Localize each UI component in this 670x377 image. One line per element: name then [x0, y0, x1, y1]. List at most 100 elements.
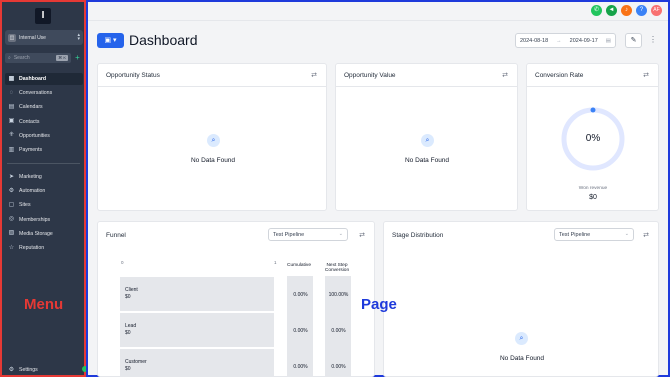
- card-title: Conversion Rate: [535, 72, 584, 79]
- won-revenue-label: Won revenue: [578, 186, 608, 191]
- chat-icon: ◌: [9, 89, 14, 96]
- nav-divider: [7, 163, 80, 164]
- chevron-updown-icon: ▴ ▾: [77, 32, 80, 42]
- card-title: Stage Distribution: [392, 232, 444, 239]
- sidebar-item-label: Calendars: [19, 104, 43, 111]
- search-placeholder: Search: [13, 55, 30, 61]
- sidebar-item-contacts[interactable]: ▣ Contacts: [5, 116, 83, 128]
- location-label: Internal Use: [19, 34, 46, 41]
- next-step-value: 100.00%: [328, 292, 349, 298]
- sidebar-item-label: Media Storage: [19, 230, 53, 237]
- swap-icon[interactable]: ⇄: [502, 71, 508, 79]
- chevron-down-icon: ⌄: [624, 231, 629, 237]
- sidebar-item-calendars[interactable]: ▤ Calendars: [5, 101, 83, 113]
- swap-icon[interactable]: ⇄: [643, 231, 649, 239]
- cumulative-value: 0.00%: [293, 292, 308, 298]
- sidebar-item-payments[interactable]: ▥ Payments: [5, 144, 83, 156]
- search-icon: ⌕: [207, 134, 220, 147]
- phone-icon[interactable]: ✆: [591, 5, 602, 16]
- funnel-axis-end: 1: [274, 260, 277, 265]
- pipeline-select-value: Test Pipeline: [273, 231, 305, 238]
- funnel-row: Customer $0: [120, 349, 274, 377]
- sidebar-item-label: Payments: [19, 147, 43, 153]
- next-step-value: 0.00%: [331, 364, 346, 370]
- sidebar-item-label: Marketing: [19, 174, 42, 180]
- sidebar-item-sites[interactable]: ▢ Sites: [5, 199, 83, 211]
- send-icon: ➤: [8, 173, 15, 180]
- edit-dashboard-button[interactable]: ✎: [625, 33, 642, 48]
- quick-add-icon[interactable]: +: [73, 53, 82, 63]
- star-icon: ☆: [8, 244, 15, 251]
- date-end: 2024-09-17: [569, 37, 598, 44]
- calendar-icon: ▤: [8, 103, 15, 110]
- sidebar-item-marketing[interactable]: ➤ Marketing: [5, 171, 83, 183]
- sidebar-item-memberships[interactable]: ◎ Memberships: [5, 214, 83, 226]
- no-data-text: No Data Found: [190, 157, 236, 164]
- sidebar-item-dashboard[interactable]: ▦ Dashboard: [5, 73, 83, 85]
- stage-distribution-card: Stage Distribution Test Pipeline ⌄ ⇄ ⌕ N…: [383, 221, 659, 377]
- sidebar-item-label: Automation: [19, 188, 46, 195]
- megaphone-icon[interactable]: ◄: [606, 5, 617, 16]
- media-icon: ▨: [8, 230, 15, 237]
- page-area: ✆ ◄ ♪ ? AF ▣ ▾ Dashboard 2024-08-18 → 20…: [86, 0, 670, 377]
- opportunities-icon: ⁜: [8, 132, 15, 139]
- swap-icon[interactable]: ⇄: [359, 231, 365, 239]
- sidebar-item-opportunities[interactable]: ⁜ Opportunities: [5, 130, 83, 142]
- card-title: Funnel: [106, 232, 126, 239]
- building-icon: ◫: [8, 33, 16, 42]
- cumulative-value: 0.00%: [293, 328, 308, 334]
- sidebar-item-media-storage[interactable]: ▨ Media Storage: [5, 228, 83, 240]
- date-start: 2024-08-18: [520, 37, 549, 44]
- funnel-stage-value: $0: [125, 294, 131, 300]
- sites-icon: ▢: [8, 201, 15, 208]
- swap-icon[interactable]: ⇄: [311, 71, 317, 79]
- gauge-marker: [590, 107, 596, 113]
- help-icon[interactable]: ?: [636, 5, 647, 16]
- gear-icon: ⚙: [8, 366, 15, 373]
- sidebar-item-label: Sites: [19, 202, 31, 209]
- funnel-axis-start: 0: [121, 260, 124, 265]
- swap-icon[interactable]: ⇄: [643, 71, 649, 79]
- header-divider: [88, 20, 668, 21]
- card-divider: [98, 86, 326, 87]
- more-options-icon[interactable]: ⋮: [649, 35, 657, 44]
- funnel-stage-value: $0: [125, 366, 131, 372]
- card-divider: [527, 86, 658, 87]
- funnel-stage-value: $0: [125, 330, 131, 336]
- sidebar-item-label: Dashboard: [19, 76, 47, 82]
- search-shortcut: ⌘ K: [56, 55, 68, 61]
- page-title: Dashboard: [129, 32, 198, 48]
- next-step-header: Next Step Conversion: [324, 263, 350, 273]
- pipeline-select[interactable]: Test Pipeline ⌄: [268, 228, 348, 241]
- funnel-row: Client $0: [120, 277, 274, 311]
- card-title: Opportunity Status: [106, 72, 160, 79]
- memberships-icon: ◎: [8, 216, 15, 223]
- sidebar-item-label: Reputation: [19, 245, 45, 251]
- sidebar-item-label: Opportunities: [19, 132, 50, 139]
- bell-icon[interactable]: ♪: [621, 5, 632, 16]
- sidebar-item-settings[interactable]: ⚙ Settings: [5, 364, 83, 376]
- won-revenue-value: $0: [589, 194, 597, 201]
- calendar-icon: ▤: [605, 37, 611, 44]
- chevron-down-icon: ⌄: [338, 231, 343, 237]
- app-frame: I ◫ Internal Use ▴ ▾ ⌕ Search ⌘ K + ▦ Dash…: [0, 0, 670, 377]
- app-logo[interactable]: I: [35, 8, 51, 24]
- dashboard-switcher-button[interactable]: ▣ ▾: [97, 33, 124, 48]
- avatar[interactable]: AF: [651, 5, 662, 16]
- sidebar-search[interactable]: ⌕ Search ⌘ K: [5, 53, 71, 63]
- sidebar-item-conversations[interactable]: ◌ Conversations: [5, 87, 83, 99]
- location-switcher[interactable]: ◫ Internal Use ▴ ▾: [5, 30, 83, 45]
- funnel-stage-name: Client: [125, 287, 138, 293]
- search-icon: ⌕: [515, 332, 528, 345]
- sidebar-item-automation[interactable]: ⚙ Automation: [5, 185, 83, 197]
- pipeline-select[interactable]: Test Pipeline ⌄: [554, 228, 634, 241]
- payments-icon: ▥: [8, 146, 15, 153]
- sidebar-menu: I ◫ Internal Use ▴ ▾ ⌕ Search ⌘ K + ▦ Dash…: [0, 0, 88, 377]
- funnel-row: Lead $0: [120, 313, 274, 347]
- arrow-icon: →: [556, 37, 562, 44]
- automation-icon: ⚙: [8, 187, 15, 194]
- date-range-picker[interactable]: 2024-08-18 → 2024-09-17 ▤: [515, 33, 616, 48]
- pipeline-select-value: Test Pipeline: [559, 231, 591, 238]
- next-step-value: 0.00%: [331, 328, 346, 334]
- sidebar-item-reputation[interactable]: ☆ Reputation: [5, 242, 83, 254]
